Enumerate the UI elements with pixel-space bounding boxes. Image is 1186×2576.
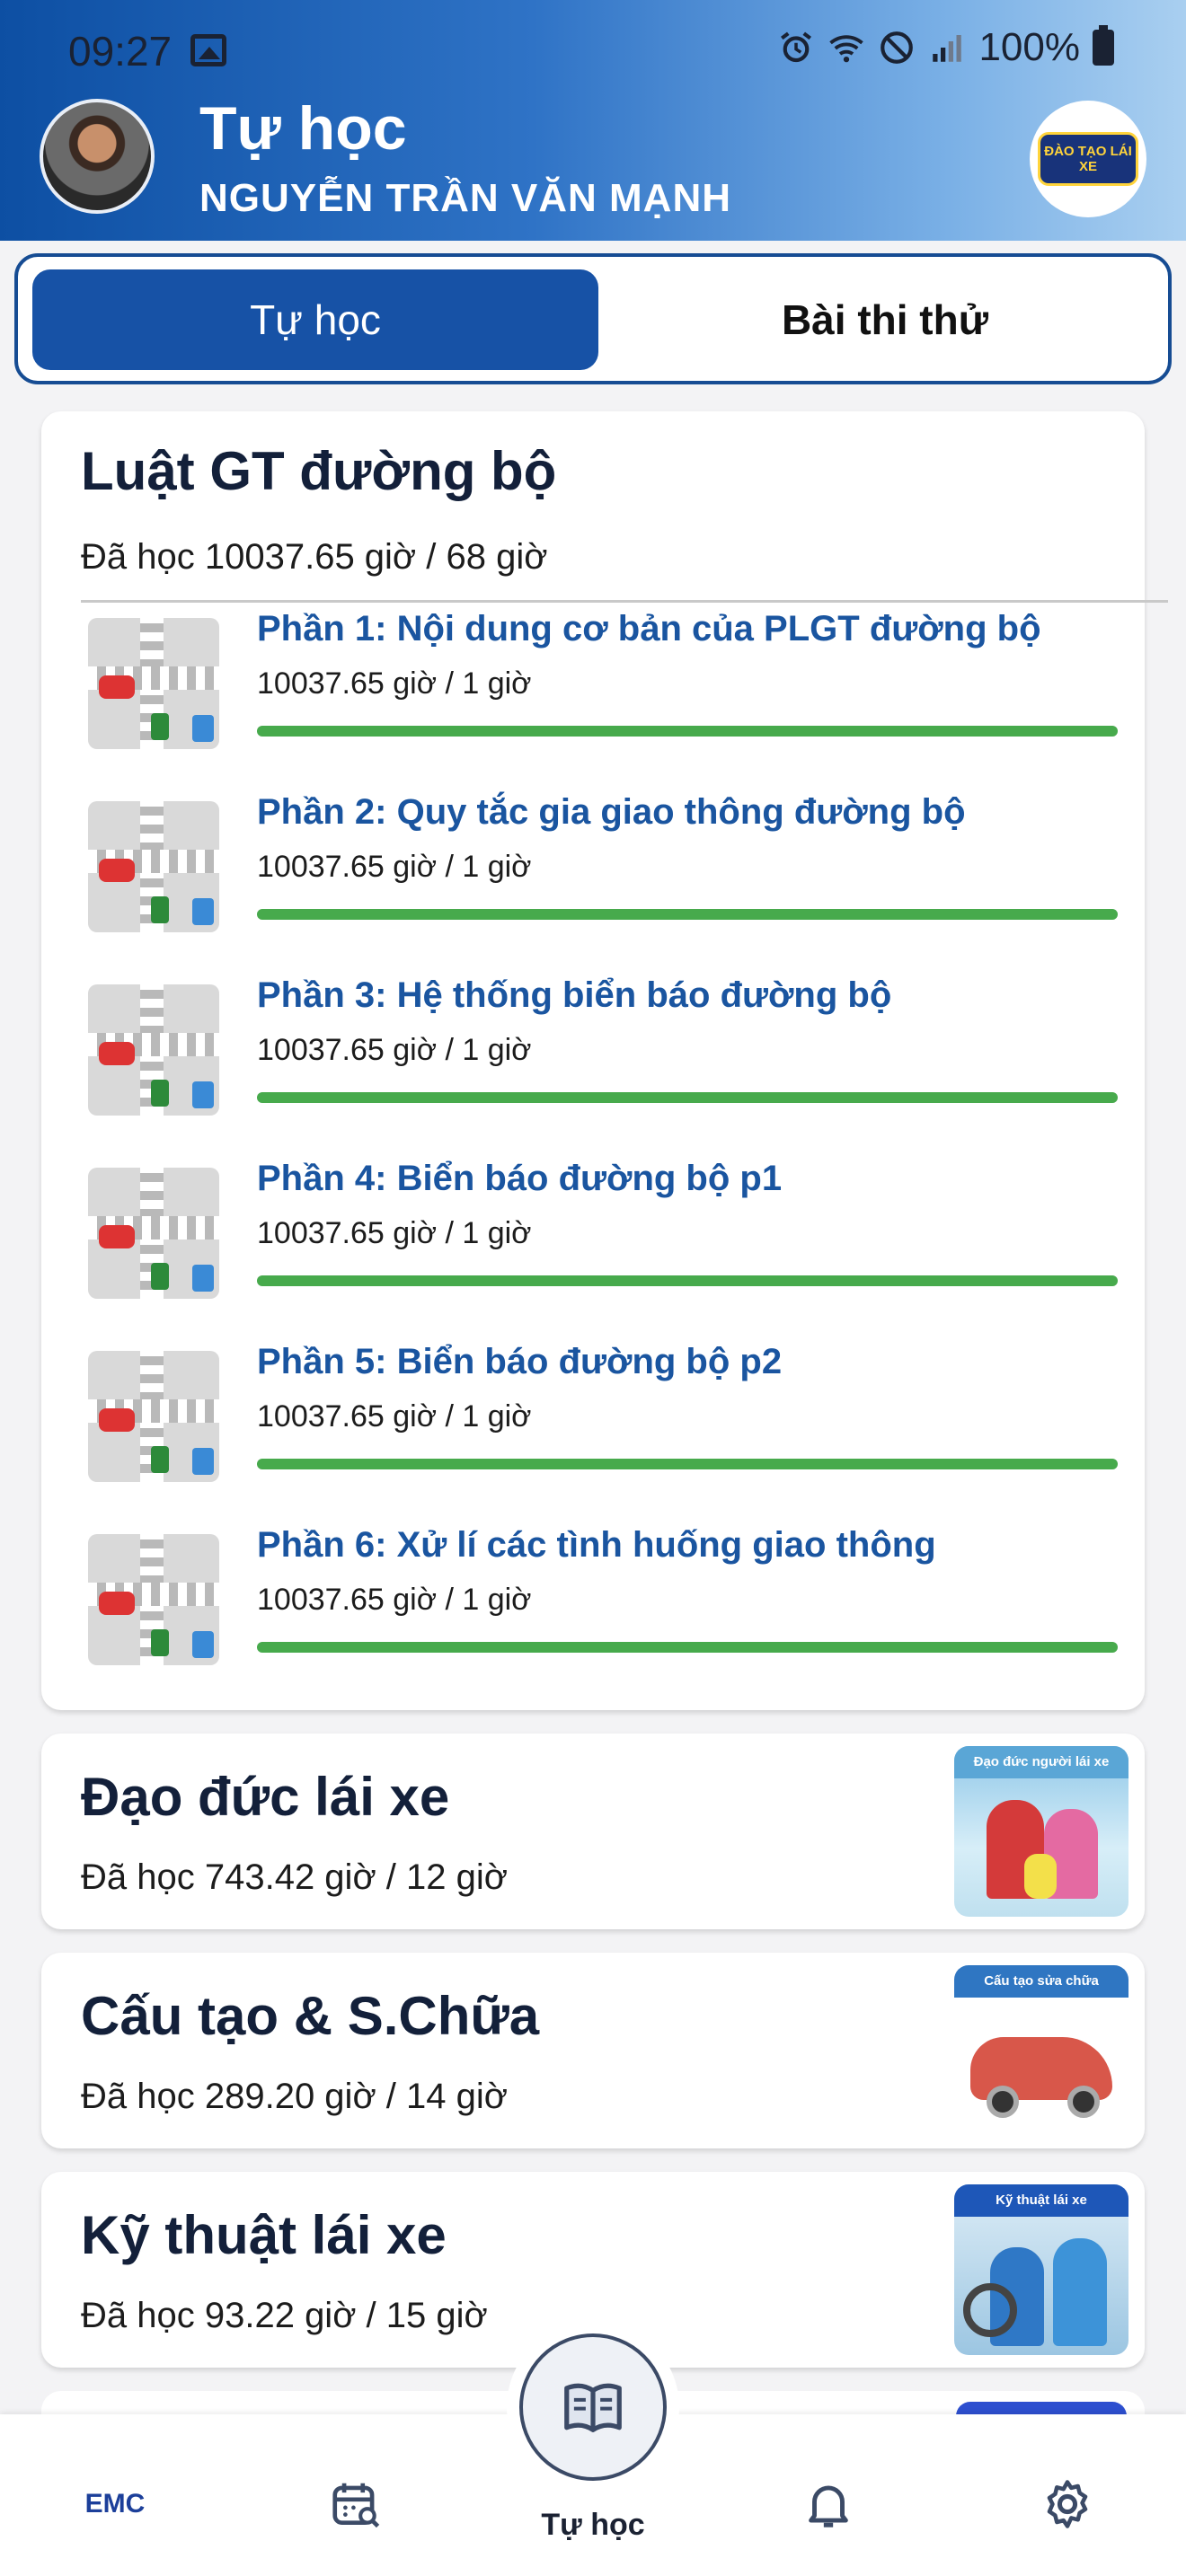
nav-settings[interactable] bbox=[1031, 2468, 1103, 2540]
emc-logo-icon: EMC bbox=[84, 2489, 146, 2519]
divider bbox=[81, 600, 1168, 603]
lesson-progress-bar bbox=[257, 1459, 1118, 1469]
lesson-title: Phần 5: Biển báo đường bộ p2 bbox=[257, 1342, 783, 1381]
brand-logo: ĐÀO TẠO LÁI XE bbox=[1030, 101, 1146, 217]
section-card-vehicle-structure[interactable]: Cấu tạo & S.Chữa Đã học 289.20 giờ / 14 … bbox=[41, 1953, 1145, 2148]
nav-home-emc[interactable]: EMC bbox=[79, 2468, 151, 2540]
book-icon bbox=[564, 2383, 622, 2432]
lesson-title: Phần 1: Nội dung cơ bản của PLGT đường b… bbox=[257, 609, 1041, 648]
lesson-hours: 10037.65 giờ / 1 giờ bbox=[257, 1216, 532, 1250]
section-card-driving-ethics[interactable]: Đạo đức lái xe Đã học 743.42 giờ / 12 gi… bbox=[41, 1734, 1145, 1929]
lesson-thumbnail bbox=[88, 801, 219, 932]
lesson-progress-bar bbox=[257, 1092, 1118, 1103]
lesson-item[interactable]: Phần 2: Quy tắc gia giao thông đường bộ … bbox=[88, 792, 1166, 945]
nav-self-study[interactable] bbox=[519, 2333, 667, 2481]
lesson-thumbnail bbox=[88, 984, 219, 1116]
app-header: 09:27 100% Tự học NGUYỄN TRẦN VĂN MẠNH Đ… bbox=[0, 0, 1186, 241]
section-progress: Đã học 10037.65 giờ / 68 giờ bbox=[81, 537, 548, 577]
lesson-item[interactable]: Phần 3: Hệ thống biển báo đường bộ 10037… bbox=[88, 975, 1166, 1128]
lesson-hours: 10037.65 giờ / 1 giờ bbox=[257, 1399, 532, 1434]
lesson-hours: 10037.65 giờ / 1 giờ bbox=[257, 850, 532, 884]
lesson-hours: 10037.65 giờ / 1 giờ bbox=[257, 1583, 532, 1617]
signal-icon bbox=[933, 35, 962, 62]
tab-mock-exam[interactable]: Bài thi thử bbox=[611, 269, 1159, 370]
section-progress: Đã học 743.42 giờ / 12 giờ bbox=[81, 1857, 508, 1897]
lesson-thumbnail bbox=[88, 1351, 219, 1482]
lesson-hours: 10037.65 giờ / 1 giờ bbox=[257, 666, 532, 701]
section-image: Kỹ thuật lái xe bbox=[954, 2184, 1128, 2355]
section-title: Cấu tạo & S.Chữa bbox=[81, 1986, 540, 2046]
user-avatar[interactable] bbox=[40, 99, 155, 214]
lesson-title: Phần 4: Biển báo đường bộ p1 bbox=[257, 1159, 783, 1198]
battery-percent: 100% bbox=[978, 25, 1080, 69]
lesson-hours: 10037.65 giờ / 1 giờ bbox=[257, 1033, 532, 1067]
section-progress: Đã học 93.22 giờ / 15 giờ bbox=[81, 2296, 488, 2335]
lesson-title: Phần 2: Quy tắc gia giao thông đường bộ bbox=[257, 792, 966, 832]
wifi-icon bbox=[829, 35, 864, 63]
bell-icon bbox=[809, 2485, 848, 2527]
page-title: Tự học bbox=[199, 94, 407, 163]
section-image: Đạo đức người lái xe bbox=[954, 1746, 1128, 1917]
section-progress: Đã học 289.20 giờ / 14 giờ bbox=[81, 2077, 508, 2116]
status-time: 09:27 bbox=[68, 28, 173, 75]
lesson-thumbnail bbox=[88, 1168, 219, 1299]
nav-schedule[interactable] bbox=[320, 2468, 392, 2540]
lesson-item[interactable]: Phần 4: Biển báo đường bộ p1 10037.65 gi… bbox=[88, 1159, 1166, 1311]
section-card-traffic-law[interactable]: Luật GT đường bộ Đã học 10037.65 giờ / 6… bbox=[41, 411, 1168, 1710]
brand-logo-text: ĐÀO TẠO LÁI XE bbox=[1038, 132, 1138, 186]
alarm-icon bbox=[781, 31, 812, 63]
status-icons: 100% bbox=[777, 25, 1114, 70]
status-bar: 09:27 100% bbox=[0, 0, 1186, 99]
section-image-caption: Cấu tạo sửa chữa bbox=[954, 1965, 1128, 1998]
lesson-progress-bar bbox=[257, 726, 1118, 737]
nav-notifications[interactable] bbox=[792, 2468, 864, 2540]
gear-icon bbox=[1047, 2480, 1088, 2528]
lesson-title: Phần 6: Xử lí các tình huống giao thông bbox=[257, 1525, 936, 1565]
section-image-caption: Kỹ thuật lái xe bbox=[954, 2184, 1128, 2217]
section-title: Kỹ thuật lái xe bbox=[81, 2205, 447, 2265]
gallery-icon bbox=[190, 34, 226, 66]
lesson-progress-bar bbox=[257, 909, 1118, 920]
lesson-item[interactable]: Phần 5: Biển báo đường bộ p2 10037.65 gi… bbox=[88, 1342, 1166, 1495]
section-image-caption: Đạo đức người lái xe bbox=[954, 1746, 1128, 1778]
battery-icon bbox=[1093, 25, 1114, 66]
tab-self-study[interactable]: Tự học bbox=[32, 269, 598, 370]
lesson-progress-bar bbox=[257, 1275, 1118, 1286]
lesson-item[interactable]: Phần 6: Xử lí các tình huống giao thông … bbox=[88, 1525, 1166, 1678]
lesson-item[interactable]: Phần 1: Nội dung cơ bản của PLGT đường b… bbox=[88, 609, 1166, 762]
lesson-progress-bar bbox=[257, 1642, 1118, 1653]
lesson-thumbnail bbox=[88, 618, 219, 749]
user-name: NGUYỄN TRẦN VĂN MẠNH bbox=[199, 176, 731, 220]
section-title: Đạo đức lái xe bbox=[81, 1767, 450, 1827]
calendar-search-icon bbox=[332, 2483, 380, 2528]
section-title: Luật GT đường bộ bbox=[81, 441, 557, 501]
lesson-title: Phần 3: Hệ thống biển báo đường bộ bbox=[257, 975, 892, 1015]
section-image: Cấu tạo sửa chữa bbox=[954, 1965, 1128, 2136]
tab-bar: Tự học Bài thi thử bbox=[14, 253, 1172, 384]
do-not-disturb-icon bbox=[881, 31, 914, 64]
lesson-thumbnail bbox=[88, 1534, 219, 1665]
nav-self-study-label: Tự học bbox=[541, 2508, 645, 2542]
